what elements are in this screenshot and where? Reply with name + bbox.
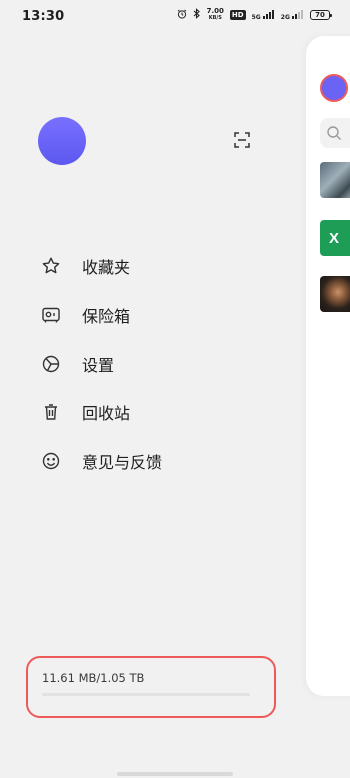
storage-text: 11.61 MB/1.05 TB	[42, 671, 145, 685]
network-2g: 2G	[280, 9, 304, 21]
menu-item-favorites[interactable]: 收藏夹	[40, 242, 130, 290]
settings-icon	[40, 353, 62, 375]
storage-usage-card[interactable]: 11.61 MB/1.05 TB	[26, 656, 276, 718]
status-bar: 13:30 7.00 KB/S HD 5G 2G 70	[0, 0, 350, 34]
file-thumbnail-image[interactable]	[320, 162, 350, 198]
smile-icon	[40, 450, 62, 472]
hd-badge: HD	[229, 10, 246, 20]
home-indicator[interactable]	[117, 772, 233, 776]
excel-letter: X	[329, 229, 340, 247]
file-thumbnail-video[interactable]	[320, 276, 350, 312]
peek-avatar[interactable]	[320, 74, 348, 102]
bluetooth-icon	[193, 8, 201, 22]
alarm-icon	[177, 9, 187, 22]
battery-icon: 70	[310, 10, 332, 20]
speed-unit: KB/S	[208, 15, 222, 21]
status-time: 13:30	[22, 9, 65, 24]
trash-icon	[40, 401, 62, 423]
storage-progress-bar	[42, 693, 250, 696]
menu-item-settings[interactable]: 设置	[40, 340, 114, 388]
battery-level: 70	[315, 11, 325, 19]
menu-label-settings: 设置	[82, 356, 115, 375]
star-icon	[40, 255, 62, 277]
scan-button[interactable]	[230, 128, 254, 152]
main-page-peek[interactable]: X	[306, 36, 350, 696]
net1-label: 5G	[251, 13, 261, 21]
network-speed: 7.00 KB/S	[207, 8, 224, 22]
menu-label-favorites: 收藏夹	[82, 258, 131, 277]
excel-file-icon[interactable]: X	[320, 220, 350, 256]
peek-search-box[interactable]	[320, 118, 350, 148]
net2-label: 2G	[280, 13, 290, 21]
avatar[interactable]	[38, 117, 86, 165]
scan-icon	[234, 132, 250, 148]
menu-item-safe[interactable]: 保险箱	[40, 291, 130, 339]
status-icons: 7.00 KB/S HD 5G 2G 70	[177, 8, 332, 22]
menu-label-feedback: 意见与反馈	[82, 453, 163, 472]
menu-item-trash[interactable]: 回收站	[40, 388, 130, 436]
menu-item-feedback[interactable]: 意见与反馈	[40, 437, 162, 485]
search-icon	[327, 126, 341, 140]
menu-label-safe: 保险箱	[82, 307, 131, 326]
speed-value: 7.00	[206, 7, 224, 15]
safe-icon	[40, 304, 62, 326]
menu-label-trash: 回收站	[82, 404, 131, 423]
network-5g: 5G	[251, 9, 275, 21]
